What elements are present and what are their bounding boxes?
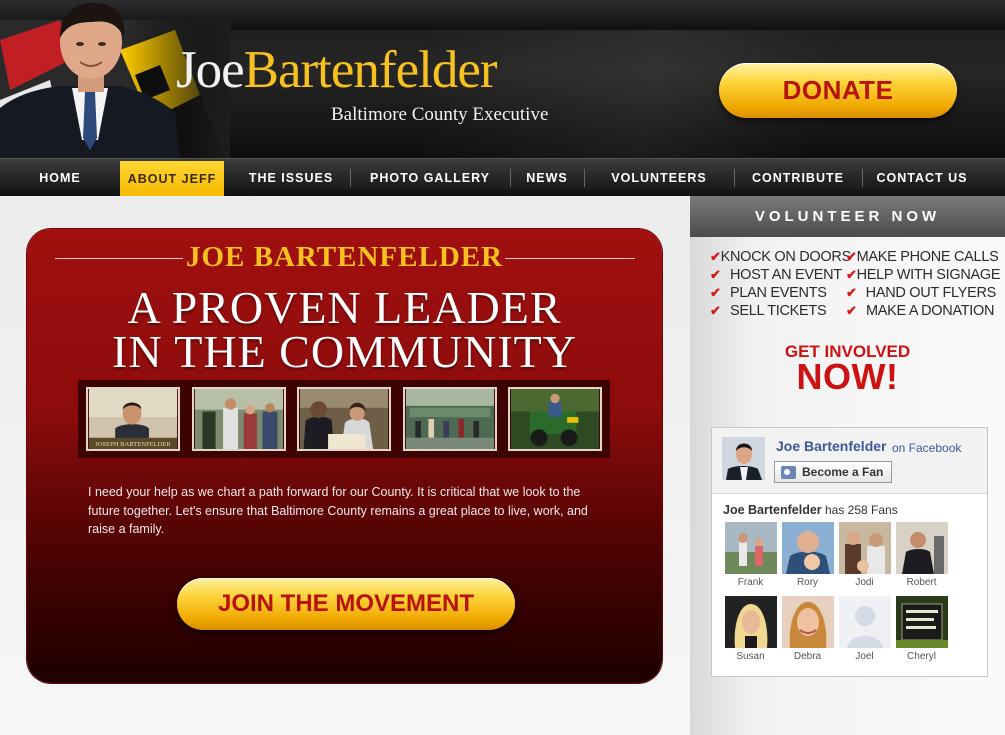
facebook-fan[interactable]: Joel (836, 596, 893, 664)
nav-item-volunteers[interactable]: VOLUNTEERS (584, 159, 734, 196)
fan-name: Debra (793, 651, 822, 662)
fan-avatar (838, 522, 891, 574)
join-the-movement-button[interactable]: JOIN THE MOVEMENT (177, 578, 515, 630)
thumbnail-image (405, 389, 494, 449)
facebook-page-avatar[interactable] (722, 437, 765, 480)
main-nav: HOME ABOUT JEFF THE ISSUES PHOTO GALLERY… (0, 158, 1005, 197)
hero-candidate-name: JOE BARTENFELDER (185, 241, 504, 273)
site-tagline: Baltimore County Executive (331, 104, 549, 125)
fan-name: Cheryl (907, 651, 936, 662)
fan-name: Frank (737, 577, 764, 588)
donate-button[interactable]: DONATE (719, 63, 957, 118)
thumbnail-image (510, 389, 600, 449)
volunteer-list: ✔ KNOCK ON DOORS ✔ MAKE PHONE CALLS ✔ HOST … (710, 248, 1001, 320)
facebook-page-name-link[interactable]: Joe Bartenfelder (776, 438, 886, 454)
avatar-image (722, 437, 765, 480)
facebook-fan-icon (781, 465, 796, 479)
fan-avatar (895, 522, 948, 574)
volunteer-item-label: HOST AN EVENT (730, 267, 842, 283)
become-a-fan-button[interactable]: Become a Fan (774, 461, 892, 483)
nav-item-contact-us[interactable]: CONTACT US (862, 159, 982, 196)
logo-last-name: Bartenfelder (243, 41, 498, 99)
volunteer-item-label: HELP WITH SIGNAGE (856, 267, 1001, 283)
volunteer-item-label: PLAN EVENTS (730, 285, 827, 301)
fan-avatar (838, 596, 891, 648)
nav-item-contribute[interactable]: CONTRIBUTE (734, 159, 862, 196)
nav-item-home[interactable]: HOME (0, 159, 120, 196)
facebook-count-text: has 258 Fans (825, 503, 898, 517)
photo-thumbnail[interactable] (402, 387, 497, 451)
check-icon: ✔ (846, 303, 857, 318)
volunteer-item-label: HAND OUT FLYERS (865, 285, 997, 301)
facebook-fan-box: Joe Bartenfelder on Facebook Become a Fa… (711, 427, 988, 677)
check-icon: ✔ (846, 249, 857, 264)
site-logo[interactable]: JoeBartenfelder (176, 40, 498, 100)
fan-name: Joel (855, 651, 874, 662)
nav-item-about-jeff[interactable]: ABOUT JEFF (120, 160, 224, 197)
volunteer-item-label: MAKE PHONE CALLS (856, 249, 999, 265)
photo-thumbnail[interactable] (297, 387, 391, 451)
fan-avatar (895, 596, 948, 648)
facebook-fan[interactable]: Debra (779, 596, 836, 664)
volunteer-item[interactable]: ✔ MAKE A DONATION (846, 302, 996, 320)
fan-avatar (781, 596, 834, 648)
fan-avatar (724, 596, 777, 648)
nav-item-the-issues[interactable]: THE ISSUES (232, 159, 350, 196)
thumbnail-image: JOSEPH BARTENFELDER (88, 389, 178, 449)
volunteer-item[interactable]: ✔ HAND OUT FLYERS (846, 284, 996, 302)
volunteer-item-label: MAKE A DONATION (866, 303, 995, 319)
get-involved-now-link[interactable]: NOW! (690, 356, 1005, 398)
check-icon: ✔ (710, 249, 721, 264)
fan-name: Jodi (855, 577, 874, 588)
facebook-fan[interactable]: Cheryl (893, 596, 950, 664)
volunteer-item[interactable]: ✔ HELP WITH SIGNAGE (846, 266, 1001, 284)
volunteer-item[interactable]: ✔ PLAN EVENTS (710, 284, 846, 302)
become-a-fan-label: Become a Fan (802, 465, 884, 479)
nav-item-photo-gallery[interactable]: PHOTO GALLERY (350, 159, 510, 196)
check-icon: ✔ (710, 267, 721, 282)
candidate-portrait (0, 2, 180, 158)
volunteer-item-label: KNOCK ON DOORS (720, 249, 852, 265)
volunteer-item[interactable]: ✔ SELL TICKETS (710, 302, 846, 320)
facebook-count-name[interactable]: Joe Bartenfelder (723, 503, 822, 517)
volunteer-item-label: SELL TICKETS (730, 303, 827, 319)
logo-first-name: Joe (176, 41, 245, 99)
facebook-fan[interactable]: Robert (893, 522, 950, 590)
hero-headline-line2: IN THE COMMUNITY (112, 326, 577, 377)
fan-name: Rory (796, 577, 819, 588)
hero-body-text: I need your help as we chart a path forw… (88, 485, 588, 536)
photo-thumbnail[interactable] (508, 387, 602, 451)
thumbnail-image (194, 389, 283, 449)
fan-name: Susan (736, 651, 765, 662)
thumbnail-image (299, 389, 389, 449)
facebook-fan[interactable]: Susan (722, 596, 779, 664)
facebook-fans-grid: Frank Rory Jodi Robert Susan Debra Joel … (722, 522, 950, 664)
check-icon: ✔ (710, 285, 721, 300)
check-icon: ✔ (846, 285, 857, 300)
photo-thumbnail[interactable]: JOSEPH BARTENFELDER (86, 387, 180, 451)
photo-strip: JOSEPH BARTENFELDER (78, 380, 610, 458)
facebook-fan[interactable]: Rory (779, 522, 836, 590)
facebook-on-facebook-link[interactable]: on Facebook (892, 441, 961, 455)
facebook-fan[interactable]: Jodi (836, 522, 893, 590)
hero-panel: JOE BARTENFELDER A PROVEN LEADER IN THE … (27, 229, 662, 683)
facebook-fan-count: Joe Bartenfelder has 258 Fans (723, 503, 898, 517)
facebook-fan[interactable]: Frank (722, 522, 779, 590)
thumbnail-nameplate: JOSEPH BARTENFELDER (95, 441, 171, 448)
nav-item-news[interactable]: NEWS (510, 159, 584, 196)
site-header: JoeBartenfelder Baltimore County Executi… (0, 0, 1005, 158)
facebook-fan-box-header: Joe Bartenfelder on Facebook Become a Fa… (712, 428, 987, 494)
volunteer-now-heading: VOLUNTEER NOW (690, 196, 1005, 237)
check-icon: ✔ (710, 303, 721, 318)
volunteer-item[interactable]: ✔ KNOCK ON DOORS (710, 248, 851, 266)
volunteer-item[interactable]: ✔ MAKE PHONE CALLS (846, 248, 999, 266)
photo-thumbnail[interactable] (191, 387, 286, 451)
volunteer-item[interactable]: ✔ HOST AN EVENT (710, 266, 846, 284)
check-icon: ✔ (846, 267, 857, 282)
fan-avatar (724, 522, 777, 574)
fan-avatar (781, 522, 834, 574)
fan-name: Robert (906, 577, 937, 588)
